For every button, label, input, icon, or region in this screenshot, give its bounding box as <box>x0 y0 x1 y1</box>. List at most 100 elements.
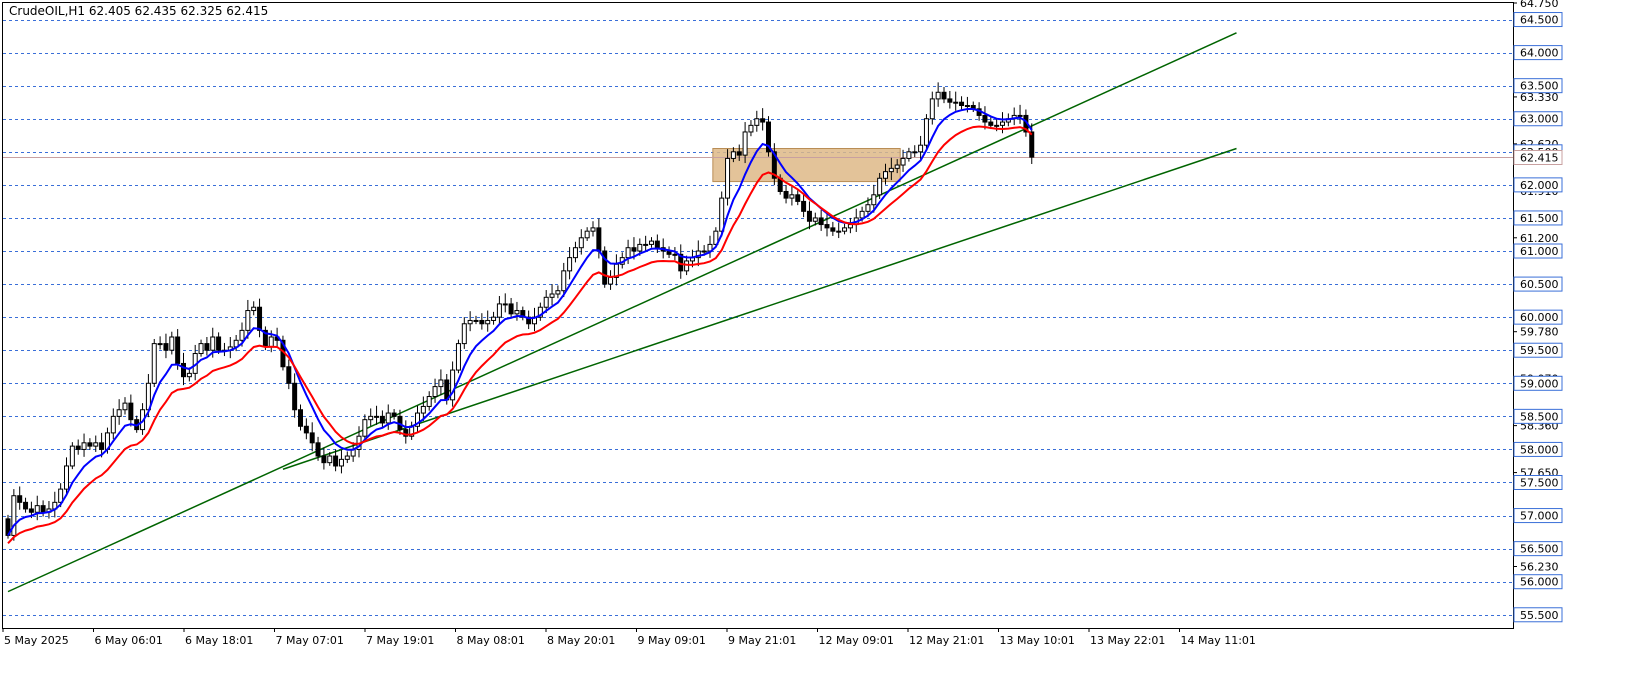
bullish-candle-body <box>491 316 497 321</box>
bullish-candle-body <box>461 323 467 345</box>
grid-price-tag: 55.500 <box>1513 607 1563 623</box>
bullish-candle-body <box>625 247 631 259</box>
grid-price-tag: 56.500 <box>1513 541 1563 557</box>
bullish-candle-body <box>110 415 116 434</box>
bullish-candle-body <box>847 224 853 229</box>
bearish-candle-body <box>631 247 637 252</box>
price-tag-label: 61.500 <box>1520 212 1559 225</box>
bullish-candle-body <box>871 194 877 206</box>
grid-price-tag: 60.000 <box>1513 309 1563 325</box>
bullish-candle-body <box>912 151 918 154</box>
bullish-candle-body <box>239 329 245 341</box>
bullish-candle-body <box>93 442 99 447</box>
bullish-candle-body <box>1000 121 1005 126</box>
bearish-candle-body <box>128 402 134 421</box>
candle <box>151 338 157 387</box>
bearish-candle-body <box>99 442 105 450</box>
bearish-candle-body <box>824 224 830 229</box>
bullish-candle-body <box>584 230 590 239</box>
grid-price-tag: 58.500 <box>1513 408 1563 424</box>
bullish-candle-body <box>420 405 426 414</box>
bullish-candle-body <box>953 101 959 104</box>
chart-container: 64.75063.33062.62061.91061.20059.78059.0… <box>0 0 1651 686</box>
grid-price-tag: 59.500 <box>1513 342 1563 358</box>
bullish-candle-body <box>888 167 894 173</box>
time-tick-label: 12 May 09:01 <box>819 634 894 647</box>
bullish-candle-body <box>151 343 157 384</box>
bullish-candle-body <box>514 310 520 315</box>
bearish-candle-body <box>303 425 309 434</box>
bearish-candle-body <box>17 495 23 503</box>
bullish-candle-body <box>883 171 888 179</box>
bullish-candle-body <box>590 227 596 232</box>
candle <box>923 114 929 149</box>
bullish-candle-body <box>186 372 192 378</box>
bearish-candle-body <box>947 98 953 103</box>
bearish-candle-body <box>654 240 660 249</box>
bullish-candle-body <box>935 91 941 100</box>
bearish-candle-body <box>988 121 994 126</box>
grid-price-tag: 63.500 <box>1513 78 1563 94</box>
bullish-candle-body <box>649 240 654 245</box>
bullish-candle-body <box>157 343 163 346</box>
bearish-candle-body <box>309 432 315 444</box>
bullish-candle-body <box>643 243 649 246</box>
bullish-candle-body <box>742 131 748 156</box>
bullish-candle-body <box>842 227 848 232</box>
bearish-candle-body <box>298 409 303 427</box>
bullish-candle-body <box>368 415 374 421</box>
time-tick-label: 6 May 06:01 <box>95 634 163 647</box>
bullish-candle-body <box>543 296 549 308</box>
time-tick-label: 13 May 10:01 <box>1000 634 1075 647</box>
bullish-candle-body <box>748 124 754 133</box>
time-tick-label: 5 May 2025 <box>4 634 69 647</box>
price-tick-label: 56.230 <box>1520 560 1559 573</box>
grid-price-tag: 64.000 <box>1513 45 1563 61</box>
price-tag-label: 63.000 <box>1520 113 1559 126</box>
bullish-candle-body <box>555 290 561 295</box>
bearish-candle-body <box>806 210 812 222</box>
grid-price-tag: 62.000 <box>1513 177 1563 193</box>
time-tick-label: 8 May 20:01 <box>547 634 615 647</box>
bullish-candle-body <box>894 164 900 169</box>
bullish-candle-body <box>362 419 368 437</box>
bearish-candle-body <box>760 118 766 123</box>
price-tag-label: 56.000 <box>1520 576 1559 589</box>
grid-price-tag: 61.500 <box>1513 210 1563 226</box>
candle <box>69 442 75 470</box>
candle <box>602 246 608 288</box>
bearish-candle-body <box>830 227 836 232</box>
bullish-candle-body <box>730 151 736 159</box>
bullish-candle-body <box>473 319 479 322</box>
bearish-candle-body <box>941 91 947 100</box>
price-tag-label: 55.500 <box>1520 609 1559 622</box>
grid-price-tag: 57.500 <box>1513 474 1563 490</box>
grid-price-tag: 58.000 <box>1513 441 1563 457</box>
bullish-candle-body <box>572 247 578 259</box>
grid-price-tag: 60.500 <box>1513 276 1563 292</box>
bearish-candle-body <box>204 343 210 351</box>
bullish-candle-body <box>432 386 438 398</box>
bearish-candle-body <box>315 442 321 457</box>
bullish-candle-body <box>900 157 906 166</box>
chart-background <box>0 0 1651 686</box>
bullish-candle-body <box>637 243 643 252</box>
grid-price-tag: 63.000 <box>1513 111 1563 127</box>
bullish-candle-body <box>467 319 473 325</box>
bullish-candle-body <box>344 455 350 460</box>
bearish-candle-body <box>479 319 485 325</box>
bullish-candle-body <box>268 336 274 348</box>
bearish-candle-body <box>801 200 807 212</box>
bullish-candle-body <box>245 310 251 331</box>
bullish-candle-body <box>672 253 678 256</box>
bullish-candle-body <box>496 303 502 318</box>
chart-title: CrudeOIL,H1 62.405 62.435 62.325 62.415 <box>9 4 268 18</box>
candle <box>11 489 17 541</box>
bearish-candle-body <box>286 366 292 384</box>
time-tick-label: 14 May 11:01 <box>1181 634 1256 647</box>
bullish-candle-body <box>438 379 444 388</box>
candle <box>766 116 771 157</box>
grid-price-tag: 64.500 <box>1513 12 1563 28</box>
price-tag-label: 61.000 <box>1520 245 1559 258</box>
price-tag-label: 57.500 <box>1520 476 1559 489</box>
